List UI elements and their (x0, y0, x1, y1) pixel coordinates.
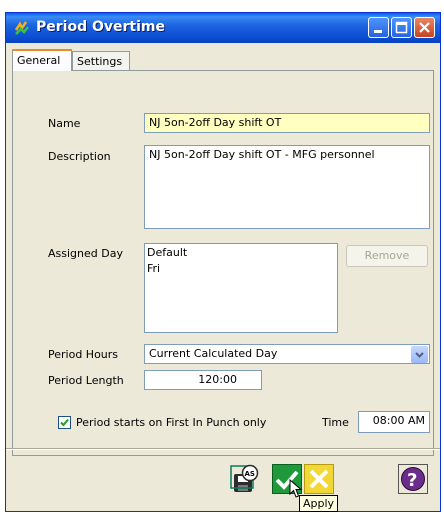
help-button[interactable]: ? (398, 464, 428, 494)
chevron-down-icon[interactable] (411, 346, 428, 363)
tab-general-label: General (17, 54, 61, 67)
name-input[interactable]: NJ 5on-2off Day shift OT (144, 113, 430, 133)
svg-text:AS: AS (245, 470, 255, 478)
period-hours-label: Period Hours (48, 348, 119, 361)
cancel-x-icon (309, 469, 329, 489)
apply-tooltip: Apply (299, 495, 339, 512)
save-as-icon: AS (230, 464, 259, 492)
description-textarea[interactable]: NJ 5on-2off Day shift OT - MFG personnel (144, 145, 430, 229)
tab-general[interactable]: General (12, 49, 72, 71)
first-in-punch-label: Period starts on First In Punch only (76, 416, 267, 429)
title-bar[interactable]: Period Overtime (6, 13, 440, 43)
tab-settings[interactable]: Settings (72, 51, 130, 70)
save-as-button[interactable]: AS (230, 464, 260, 494)
close-button[interactable] (414, 17, 435, 38)
period-hours-select[interactable]: Current Calculated Day (144, 344, 430, 364)
app-icon (14, 20, 30, 36)
remove-button[interactable]: Remove (346, 245, 428, 267)
assigned-day-label: Assigned Day (48, 247, 123, 260)
minimize-button[interactable] (368, 17, 389, 38)
time-label: Time (322, 416, 349, 429)
list-item[interactable]: Fri (147, 261, 335, 277)
maximize-button[interactable] (391, 17, 412, 38)
list-item[interactable]: Default (147, 245, 335, 261)
period-length-input[interactable]: 120:00 (144, 370, 262, 390)
time-input[interactable]: 08:00 AM (358, 411, 430, 433)
svg-text:?: ? (407, 470, 417, 491)
general-panel: Name NJ 5on-2off Day shift OT Descriptio… (12, 70, 434, 456)
cancel-button[interactable] (304, 464, 334, 494)
period-length-label: Period Length (48, 374, 124, 387)
assigned-day-list[interactable]: Default Fri (144, 243, 338, 333)
name-label: Name (48, 117, 81, 130)
window-title: Period Overtime (36, 19, 165, 35)
description-label: Description (48, 150, 111, 163)
period-overtime-window: Period Overtime General Settings Name NJ… (5, 12, 441, 512)
tab-settings-label: Settings (77, 55, 123, 68)
first-in-punch-checkbox[interactable] (58, 416, 71, 429)
period-hours-value: Current Calculated Day (149, 347, 278, 360)
help-icon: ? (401, 467, 425, 491)
footer-divider-highlight (6, 449, 440, 450)
